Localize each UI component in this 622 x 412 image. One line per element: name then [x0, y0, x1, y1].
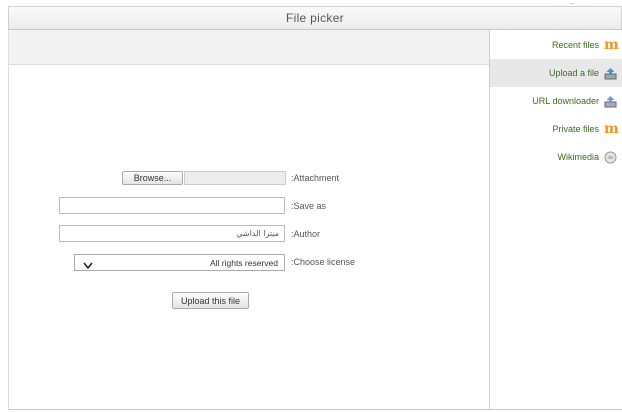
- repo-item-wikimedia[interactable]: Wikimedia: [490, 143, 622, 171]
- repo-label: URL downloader: [532, 96, 599, 106]
- moodle-icon: m: [604, 36, 619, 53]
- repo-label: Private files: [552, 124, 599, 134]
- chevron-down-icon: [83, 257, 93, 275]
- url-icon: [604, 95, 617, 108]
- license-selected-value: All rights reserved: [209, 258, 278, 268]
- license-label: :Choose license: [291, 257, 356, 267]
- repo-item-recent-files[interactable]: Recent files m: [490, 31, 622, 59]
- license-select[interactable]: All rights reserved: [74, 254, 285, 271]
- dialog-titlebar: File picker: [8, 6, 622, 30]
- repo-label: Recent files: [551, 40, 599, 50]
- upload-icon: [604, 67, 617, 80]
- repository-sidebar: Recent files m Upload a file URL downloa…: [489, 30, 622, 410]
- repo-item-private-files[interactable]: Private files m: [490, 115, 622, 143]
- dialog-title: File picker: [286, 11, 344, 25]
- file-picker-main-panel: Browse... :Attachment :Save as ميترا الد…: [8, 30, 489, 410]
- repo-label: Wikimedia: [557, 152, 599, 162]
- save-as-input[interactable]: [59, 197, 285, 214]
- selected-file-display: [184, 171, 286, 185]
- save-as-label: :Save as: [291, 201, 327, 211]
- attachment-label: :Attachment: [291, 173, 340, 183]
- wikimedia-icon: [604, 151, 617, 164]
- repo-label: Upload a file: [548, 68, 599, 78]
- upload-file-button[interactable]: Upload this file: [172, 292, 249, 309]
- picker-toolbar: [9, 30, 489, 65]
- moodle-icon: m: [604, 120, 619, 137]
- author-label: :Author: [291, 229, 321, 239]
- repo-item-upload-a-file[interactable]: Upload a file: [490, 59, 622, 87]
- repo-item-url-downloader[interactable]: URL downloader: [490, 87, 622, 115]
- dialog-bottom-border: [8, 409, 622, 410]
- author-input[interactable]: ميترا الداشي: [59, 225, 285, 242]
- browse-button[interactable]: Browse...: [122, 171, 183, 185]
